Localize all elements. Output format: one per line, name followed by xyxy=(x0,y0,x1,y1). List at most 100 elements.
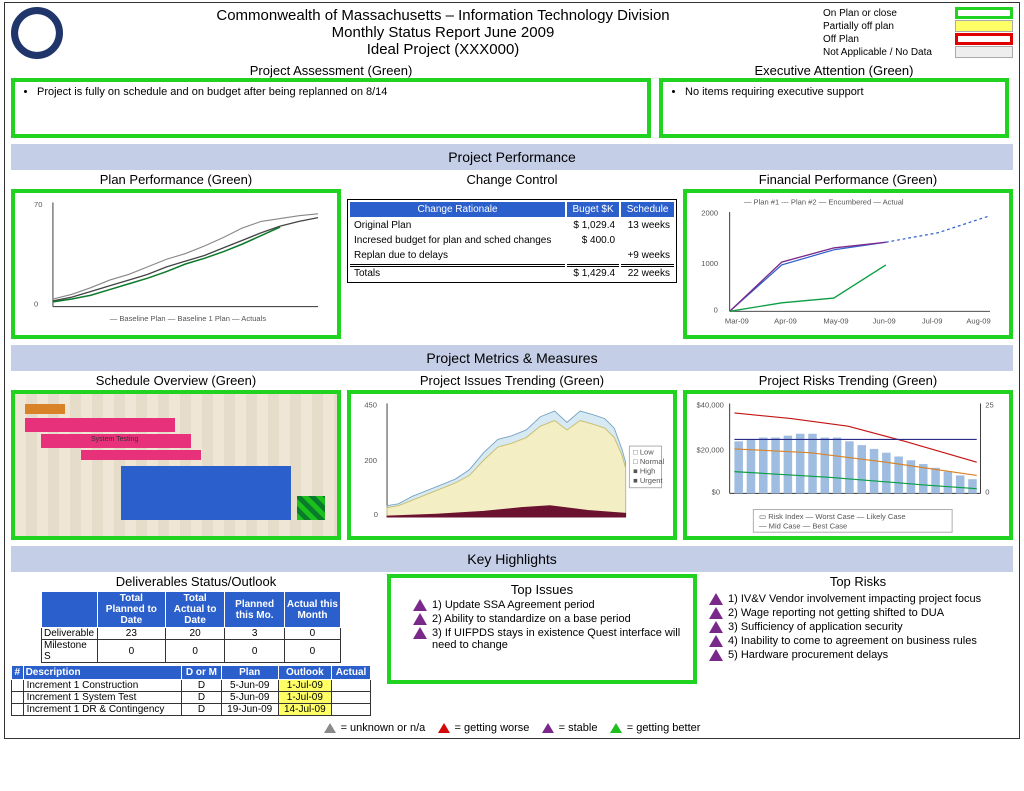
dt2-col: D or M xyxy=(182,666,222,680)
svg-text:0: 0 xyxy=(374,510,378,519)
assessment-bullet: Project is fully on schedule and on budg… xyxy=(37,86,639,98)
exec-box: No items requiring executive support xyxy=(659,78,1009,138)
top-issues-title: Top Issues xyxy=(399,582,685,597)
svg-text:Jul-09: Jul-09 xyxy=(922,317,943,326)
plan-performance-chart: 700 — Baseline Plan — Baseline 1 Plan — … xyxy=(11,189,341,339)
risks-title: Project Risks Trending (Green) xyxy=(683,373,1013,388)
svg-text:$0: $0 xyxy=(712,487,720,496)
exec-title: Executive Attention (Green) xyxy=(659,63,1009,78)
fin-perf-title: Financial Performance (Green) xyxy=(683,172,1013,187)
cc-col-budget: Buget $K xyxy=(567,202,619,217)
schedule-gantt-chart: System Testing xyxy=(11,390,341,540)
dt1-col: Actual this Month xyxy=(284,592,340,628)
list-item: 3) If UIFPDS stays in existence Quest in… xyxy=(413,627,685,651)
section-bar-metrics: Project Metrics & Measures xyxy=(11,345,1013,371)
gantt-bar xyxy=(121,466,291,520)
svg-text:Aug-09: Aug-09 xyxy=(966,317,990,326)
cc-total: 22 weeks xyxy=(621,264,674,280)
triangle-icon xyxy=(709,649,723,661)
status-legend: On Plan or close Partially off plan Off … xyxy=(823,7,1013,59)
cc-cell: $ 1,029.4 xyxy=(567,219,619,232)
svg-text:May-09: May-09 xyxy=(823,317,848,326)
svg-text:0: 0 xyxy=(34,300,38,309)
header-line1: Commonwealth of Massachusetts – Informat… xyxy=(71,7,815,24)
section-bar-key: Key Highlights xyxy=(11,546,1013,572)
section-bar-performance: Project Performance xyxy=(11,144,1013,170)
dt1-cell: 20 xyxy=(165,628,225,640)
financial-performance-chart: — Plan #1 --- Plan #2 — Encumbered — Act… xyxy=(683,189,1013,339)
svg-text:□ Normal: □ Normal xyxy=(633,457,664,466)
dt1-rowhdr: Deliverable xyxy=(42,628,98,640)
exec-bullet: No items requiring executive support xyxy=(685,86,997,98)
cc-cell: +9 weeks xyxy=(621,249,674,262)
dt1-cell: 0 xyxy=(284,640,340,663)
issues-trending-chart: 4502000 □ Low□ Normal■ High■ Urgent xyxy=(347,390,677,540)
dt1-col: Total Planned to Date xyxy=(97,592,165,628)
triangle-icon xyxy=(413,613,427,625)
svg-text:$20,000: $20,000 xyxy=(697,446,724,455)
swatch-green xyxy=(955,7,1013,19)
svg-text:200: 200 xyxy=(364,456,377,465)
header-line3: Ideal Project (XXX000) xyxy=(71,41,815,58)
assessment-row: Project Assessment (Green) Project is fu… xyxy=(11,63,1013,138)
header: Commonwealth of Massachusetts – Informat… xyxy=(11,7,1013,59)
dt2-col: Description xyxy=(23,666,182,680)
svg-text:450: 450 xyxy=(364,400,377,409)
list-item: 4) Inability to come to agreement on bus… xyxy=(709,635,1007,647)
highlights-row: Deliverables Status/Outlook Total Planne… xyxy=(11,574,1013,716)
legend-text: = stable xyxy=(559,722,598,734)
cc-cell: Incresed budget for plan and sched chang… xyxy=(350,234,565,247)
dt1-cell: 0 xyxy=(284,628,340,640)
legend-label: On Plan or close xyxy=(823,8,897,19)
triangle-icon xyxy=(413,599,427,611)
gantt-bar xyxy=(297,496,325,520)
list-item: 3) Sufficiency of application security xyxy=(709,621,1007,633)
deliverables-detail-table: # Description D or M Plan Outlook Actual… xyxy=(11,665,371,716)
list-item: 1) Update SSA Agreement period xyxy=(413,599,685,611)
dt1-cell: 3 xyxy=(225,628,285,640)
assessment-title: Project Assessment (Green) xyxy=(11,63,651,78)
triangle-red-icon xyxy=(438,723,450,733)
triangle-icon xyxy=(709,621,723,633)
assessment-box: Project is fully on schedule and on budg… xyxy=(11,78,651,138)
gantt-bar xyxy=(25,404,65,414)
metrics-row: Schedule Overview (Green) System Testing… xyxy=(11,373,1013,540)
triangle-icon xyxy=(709,607,723,619)
svg-text:2000: 2000 xyxy=(701,209,718,218)
list-item: 2) Ability to standardize on a base peri… xyxy=(413,613,685,625)
issues-title: Project Issues Trending (Green) xyxy=(347,373,677,388)
gantt-bar xyxy=(25,418,175,432)
dt1-cell: 0 xyxy=(165,640,225,663)
cc-cell: Replan due to delays xyxy=(350,249,565,262)
triangle-icon xyxy=(709,593,723,605)
svg-text:25: 25 xyxy=(985,400,993,409)
change-control-table: Change Rationale Buget $K Schedule Origi… xyxy=(347,199,677,283)
list-item: 5) Hardware procurement delays xyxy=(709,649,1007,661)
top-issues-box: Top Issues 1) Update SSA Agreement perio… xyxy=(387,574,697,684)
legend-text: = unknown or n/a xyxy=(341,722,426,734)
svg-text:— Mid Case — Best Case: — Mid Case — Best Case xyxy=(759,521,847,530)
svg-text:Mar-09: Mar-09 xyxy=(725,317,749,326)
triangle-icon xyxy=(413,627,427,639)
cc-total: $ 1,429.4 xyxy=(567,264,619,280)
svg-text:— Plan #1 --- Plan #2 — Encu: — Plan #1 --- Plan #2 — Encumbered — Act… xyxy=(744,197,904,206)
top-risks-list: 1) IV&V Vendor involvement impacting pro… xyxy=(703,591,1013,665)
dt2-col: # xyxy=(12,666,24,680)
svg-text:Apr-09: Apr-09 xyxy=(774,317,797,326)
dt2-col: Outlook xyxy=(278,666,331,680)
table-row: Increment 1 ConstructionD5-Jun-091-Jul-0… xyxy=(12,680,371,692)
dt1-col: Total Actual to Date xyxy=(165,592,225,628)
cc-cell xyxy=(621,234,674,247)
cc-col-rationale: Change Rationale xyxy=(350,202,565,217)
list-item: 1) IV&V Vendor involvement impacting pro… xyxy=(709,593,1007,605)
deliverables-summary-table: Total Planned to Date Total Actual to Da… xyxy=(41,591,341,663)
gantt-bar xyxy=(81,450,201,460)
header-line2: Monthly Status Report June 2009 xyxy=(71,24,815,41)
triangle-gray-icon xyxy=(324,723,336,733)
dt1-cell: 0 xyxy=(97,640,165,663)
state-seal-icon xyxy=(11,7,63,59)
dt1-col: Planned this Mo. xyxy=(225,592,285,628)
svg-text:■ High: ■ High xyxy=(633,467,655,476)
triangle-green-icon xyxy=(610,723,622,733)
svg-text:■ Urgent: ■ Urgent xyxy=(633,476,663,485)
